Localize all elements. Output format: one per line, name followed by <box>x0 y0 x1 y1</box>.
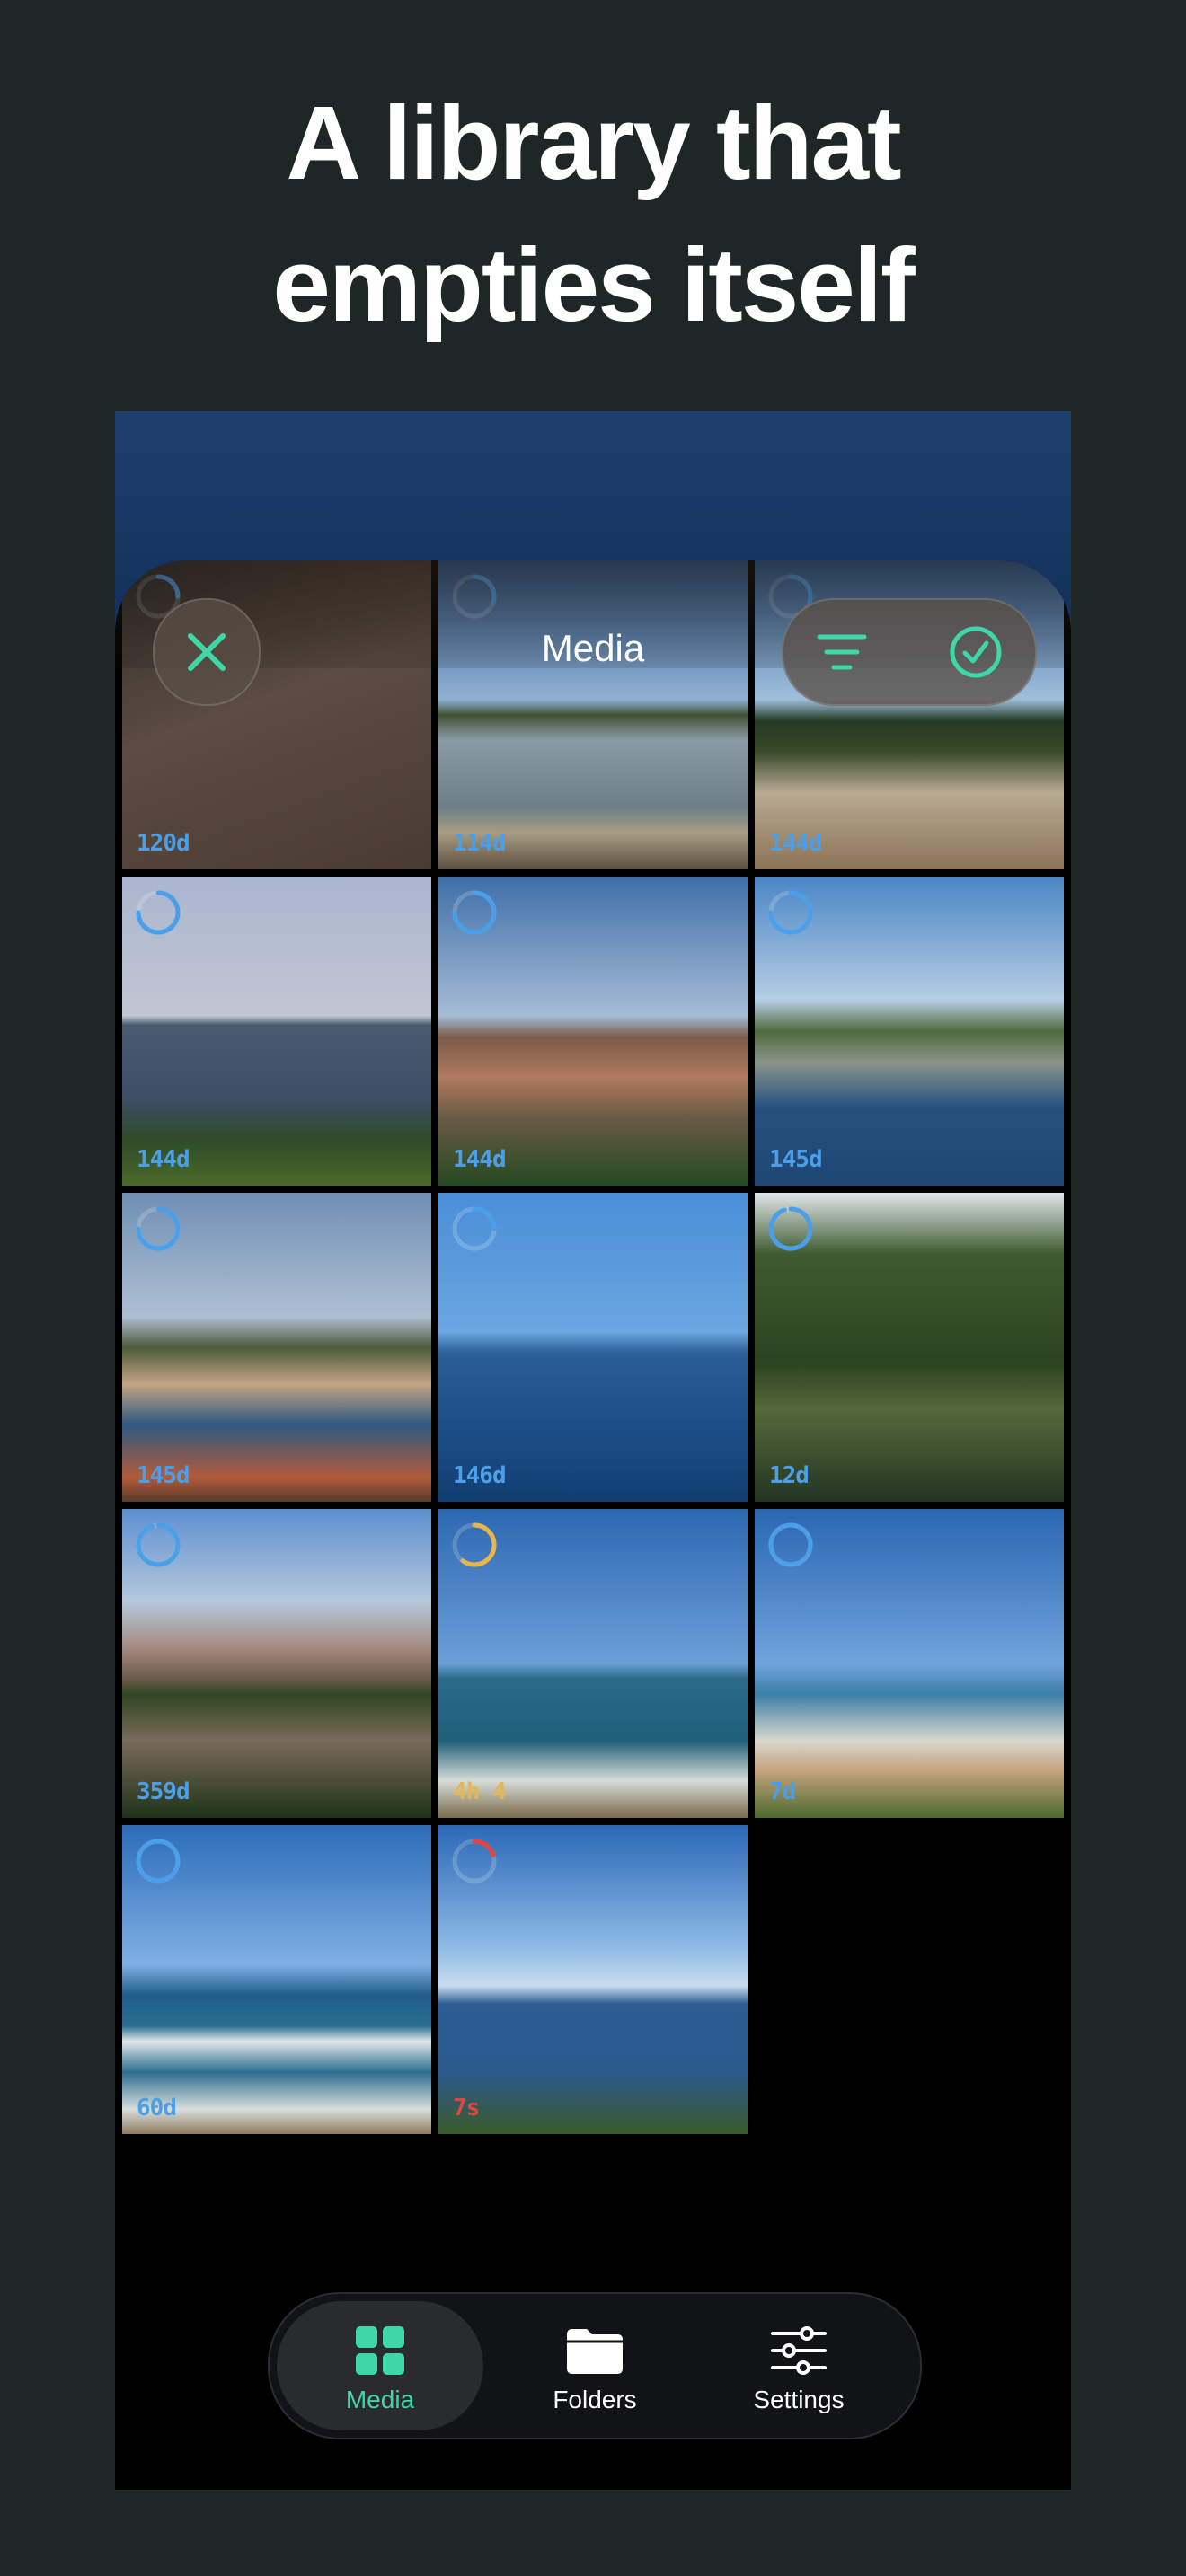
tab-folders-label: Folders <box>553 2386 637 2413</box>
media-sheet: 120d 114d 144d 144d 144d 145d 145d 146d 12d 359d 4… <box>115 560 1071 2490</box>
grid-icon <box>356 2326 404 2375</box>
expiry-age-label: 146d <box>453 1462 507 1489</box>
media-tile[interactable]: 7d <box>755 1509 1064 1818</box>
expiry-age-label: 4h 4 <box>453 1778 507 1805</box>
folder-icon <box>567 2329 623 2374</box>
media-tile[interactable]: 144d <box>438 877 748 1186</box>
tab-bar: Media Folders Settings <box>268 2292 922 2439</box>
filter-icon <box>817 634 867 670</box>
close-icon <box>188 633 226 671</box>
expiry-age-label: 144d <box>137 1146 190 1173</box>
toolbar-actions <box>782 598 1037 706</box>
expiry-age-label: 359d <box>137 1778 190 1805</box>
expiry-ring-icon <box>136 1206 181 1251</box>
media-tile[interactable]: 146d <box>438 1193 748 1502</box>
expiry-ring-icon <box>452 1839 497 1883</box>
phone-screen: 120d 114d 144d 144d 144d 145d 145d 146d 12d 359d 4… <box>115 411 1071 2490</box>
media-tile[interactable]: 144d <box>122 877 431 1186</box>
expiry-age-label: 120d <box>137 830 190 857</box>
media-tile[interactable]: 359d <box>122 1509 431 1818</box>
tab-settings-label: Settings <box>753 2386 845 2413</box>
media-tile[interactable]: 12d <box>755 1193 1064 1502</box>
tab-media[interactable]: Media <box>277 2301 483 2430</box>
headline-line-1: A library that <box>286 84 901 201</box>
expiry-ring-icon <box>452 890 497 935</box>
expiry-ring-icon <box>768 1522 813 1567</box>
expiry-ring-icon <box>452 1206 497 1251</box>
expiry-ring-icon <box>452 1522 497 1567</box>
media-tile[interactable]: 4h 4 <box>438 1509 748 1818</box>
expiry-age-label: 7s <box>453 2095 480 2122</box>
media-tile[interactable]: 60d <box>122 1825 431 2134</box>
close-button[interactable] <box>153 598 261 706</box>
expiry-age-label: 145d <box>769 1146 823 1173</box>
headline: A library that empties itself <box>0 72 1186 356</box>
tab-settings[interactable]: Settings <box>695 2301 902 2430</box>
expiry-ring-icon <box>136 1522 181 1567</box>
filter-button[interactable] <box>816 630 868 675</box>
tab-folders[interactable]: Folders <box>491 2301 698 2430</box>
media-tile[interactable]: 145d <box>755 877 1064 1186</box>
select-button[interactable] <box>949 625 1003 679</box>
expiry-age-label: 60d <box>137 2095 177 2122</box>
media-tile[interactable]: 7s <box>438 1825 748 2134</box>
expiry-age-label: 144d <box>453 1146 507 1173</box>
sliders-icon <box>771 2326 827 2375</box>
media-tile[interactable]: 145d <box>122 1193 431 1502</box>
checkmark-circle-icon <box>950 626 1002 678</box>
expiry-age-label: 114d <box>453 830 507 857</box>
headline-line-2: empties itself <box>272 226 915 343</box>
expiry-age-label: 12d <box>769 1462 810 1489</box>
expiry-age-label: 145d <box>137 1462 190 1489</box>
tab-media-label: Media <box>345 2386 415 2413</box>
expiry-ring-icon <box>136 1839 181 1883</box>
expiry-ring-icon <box>136 890 181 935</box>
expiry-age-label: 144d <box>769 830 823 857</box>
page-title: Media <box>541 627 645 669</box>
expiry-ring-icon <box>768 1206 813 1251</box>
expiry-age-label: 7d <box>769 1778 796 1805</box>
expiry-ring-icon <box>768 890 813 935</box>
